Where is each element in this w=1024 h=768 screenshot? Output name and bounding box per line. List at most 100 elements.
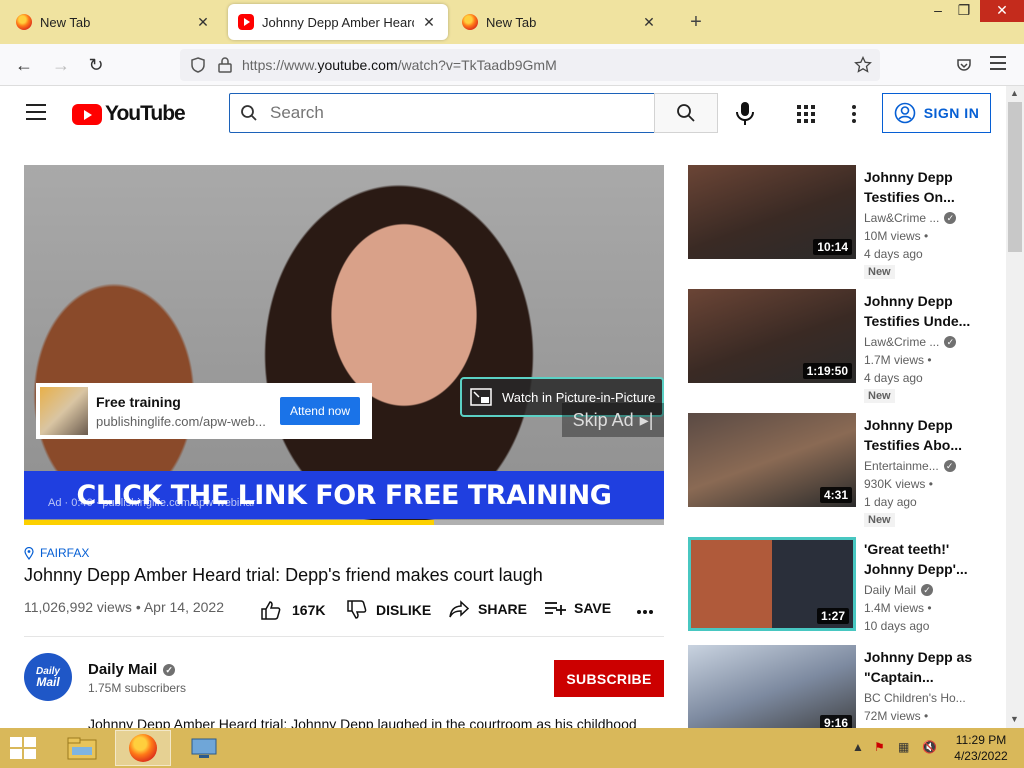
video-thumbnail[interactable]: 10:14 [688,165,856,259]
save-button[interactable]: SAVE [544,600,611,616]
sign-in-button[interactable]: SIGN IN [882,93,991,133]
windows-start-icon[interactable] [10,737,36,759]
microphone-icon[interactable] [734,100,756,126]
action-center-flag-icon[interactable]: ⚑ [874,740,885,754]
related-age: 4 days ago [864,371,923,385]
duration-badge: 1:27 [816,608,849,624]
channel-name[interactable]: Daily Mail ✓ [88,661,176,678]
tab-title: New Tab [486,14,537,30]
new-badge: New [864,513,895,527]
youtube-logo[interactable]: YouTube [72,102,186,126]
related-views: 930K views • [864,477,933,491]
video-thumbnail[interactable]: 4:31 [688,413,856,507]
new-badge: New [864,265,895,279]
video-thumbnail[interactable]: 1:27 [688,537,856,631]
bookmark-star-icon[interactable] [854,56,872,74]
tab-new-tab-2[interactable]: New Tab ✕ [452,4,668,40]
tab-title: Johnny Depp Amber Heard trial [262,14,414,30]
browser-tab-strip: New Tab ✕ Johnny Depp Amber Heard trial … [0,0,1024,44]
related-video[interactable]: 1:19:50 Johnny Depp Testifies Unde... La… [688,289,1004,409]
ad-overlay-card[interactable]: Free training publishinglife.com/apw-web… [36,383,372,439]
address-bar[interactable]: https://www.youtube.com/watch?v=TkTaadb9… [180,49,880,81]
forward-arrow-icon[interactable]: → [48,52,74,78]
share-button[interactable]: SHARE [448,600,527,618]
new-tab-plus-icon[interactable]: + [684,10,708,34]
window-close-icon[interactable]: ✕ [980,0,1024,22]
minimize-icon[interactable]: – [924,0,952,22]
like-button[interactable]: 167K [260,600,325,620]
remote-desktop-icon[interactable] [176,730,232,766]
network-icon[interactable]: ▦ [898,740,909,754]
related-video[interactable]: 10:14 Johnny Depp Testifies On... Law&Cr… [688,165,1004,285]
search-button[interactable] [654,93,718,133]
skip-ad-button[interactable]: Skip Ad ▸| [562,403,664,437]
related-channel[interactable]: Law&Crime ... ✓ [864,211,957,225]
more-actions-icon[interactable] [636,609,654,615]
related-channel[interactable]: Law&Crime ... ✓ [864,335,957,349]
ad-url: publishinglife.com/apw-web... [96,413,266,429]
apps-grid-icon[interactable] [796,104,816,124]
volume-muted-icon[interactable]: 🔇 [922,740,937,754]
related-age: 1 day ago [864,495,917,509]
video-thumbnail[interactable]: 9:16 [688,645,856,728]
firefox-taskbar-icon[interactable] [115,730,171,766]
maximize-icon[interactable]: ❐ [950,0,978,22]
dislike-button[interactable]: DISLIKE [346,600,431,620]
page-scrollbar[interactable]: ▲ ▼ [1006,86,1024,728]
related-title[interactable]: Johnny Depp Testifies Unde... [864,291,976,331]
hamburger-menu-icon[interactable] [26,104,46,120]
related-channel[interactable]: BC Children's Ho... [864,691,966,705]
related-video[interactable]: 1:27 'Great teeth!' Johnny Depp'... Dail… [688,537,1004,657]
ad-progress-bar[interactable] [24,520,664,525]
shield-icon[interactable] [190,57,206,73]
close-icon[interactable]: ✕ [640,14,658,31]
scroll-up-icon[interactable]: ▲ [1010,88,1019,98]
close-icon[interactable]: ✕ [420,14,438,31]
system-clock[interactable]: 11:29 PM 4/23/2022 [946,732,1016,764]
scroll-down-icon[interactable]: ▼ [1010,714,1019,724]
lock-icon[interactable] [218,57,232,73]
search-box[interactable] [229,93,655,133]
related-video[interactable]: 4:31 Johnny Depp Testifies Abo... Entert… [688,413,1004,533]
related-channel[interactable]: Daily Mail ✓ [864,583,934,597]
related-title[interactable]: 'Great teeth!' Johnny Depp'... [864,539,976,579]
youtube-play-icon [72,103,102,125]
ad-progress-fill [24,520,434,525]
url-text: https://www.youtube.com/watch?v=TkTaadb9… [242,57,557,73]
video-player[interactable]: Free training publishinglife.com/apw-web… [24,165,664,525]
related-title[interactable]: Johnny Depp as "Captain... [864,647,976,687]
related-views: 1.7M views • [864,353,932,367]
menu-icon[interactable] [990,56,1006,70]
pocket-icon[interactable] [956,57,972,73]
file-explorer-icon[interactable] [54,730,110,766]
search-input[interactable] [270,103,640,123]
reload-icon[interactable]: ↻ [83,52,109,78]
thumbs-up-icon [261,601,281,620]
tab-youtube[interactable]: Johnny Depp Amber Heard trial ✕ [228,4,448,40]
related-video[interactable]: 9:16 Johnny Depp as "Captain... BC Child… [688,645,1004,728]
url-path: /watch?v=TkTaadb9GmM [397,57,557,73]
url-prefix: https://www. [242,57,318,73]
channel-avatar[interactable]: Daily Mail [24,653,72,701]
skip-next-icon: ▸| [639,409,654,430]
attend-now-button[interactable]: Attend now [279,397,360,425]
more-options-icon[interactable] [850,104,858,124]
related-title[interactable]: Johnny Depp Testifies On... [864,167,976,207]
back-arrow-icon[interactable]: ← [11,52,37,78]
ad-title: Free training [96,393,181,410]
show-hidden-icons-icon[interactable]: ▲ [852,740,864,754]
tab-new-tab-1[interactable]: New Tab ✕ [6,4,222,40]
location-link[interactable]: FAIRFAX [24,546,89,560]
windows-taskbar: ▲ ⚑ ▦ 🔇 11:29 PM 4/23/2022 [0,728,1024,768]
video-title: Johnny Depp Amber Heard trial: Depp's fr… [24,565,543,585]
subscribe-button[interactable]: SUBSCRIBE [554,660,664,697]
duration-badge: 10:14 [813,239,852,255]
scrollbar-thumb[interactable] [1008,102,1022,252]
sign-in-label: SIGN IN [923,105,980,121]
ad-info: Ad · 0:46 · publishinglife.com/apw-webin… [48,497,256,509]
related-channel[interactable]: Entertainme... ✓ [864,459,956,473]
close-icon[interactable]: ✕ [194,14,212,31]
url-domain: youtube.com [317,57,398,73]
video-thumbnail[interactable]: 1:19:50 [688,289,856,383]
related-title[interactable]: Johnny Depp Testifies Abo... [864,415,976,455]
